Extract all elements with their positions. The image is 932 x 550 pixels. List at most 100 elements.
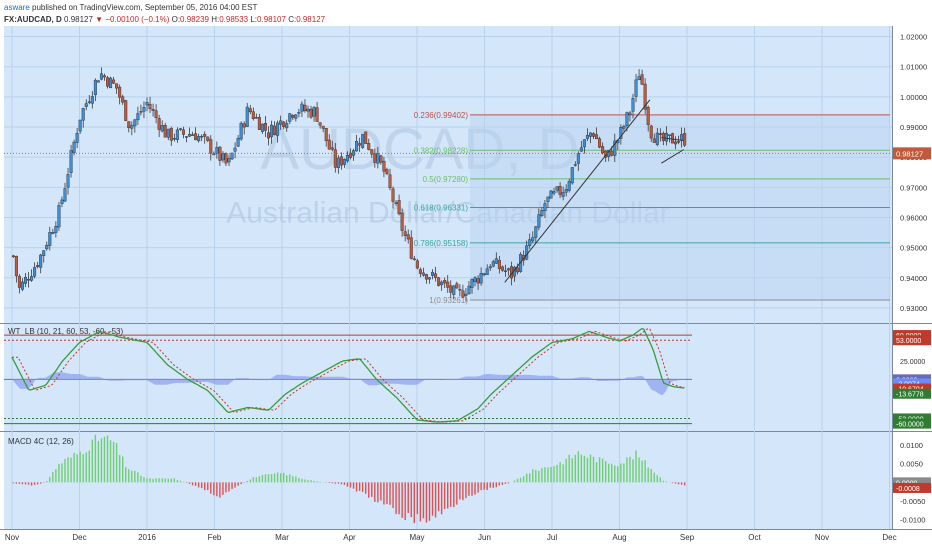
candle-body[interactable] [309,108,313,118]
candle-body[interactable] [588,132,592,137]
candle-body[interactable] [467,285,471,295]
candle-body[interactable] [209,139,213,154]
candle-body[interactable] [585,135,589,139]
candle-body[interactable] [424,274,428,280]
candle-body[interactable] [291,115,295,118]
candle-body[interactable] [36,265,40,267]
candle-body[interactable] [534,226,538,238]
candle-body[interactable] [106,77,110,87]
candle-body[interactable] [333,149,337,168]
candle-body[interactable] [409,237,413,259]
author-link[interactable]: asware [4,3,30,12]
candle-body[interactable] [233,147,237,152]
symbol-label[interactable]: FX:AUDCAD, D [4,15,62,24]
candle-body[interactable] [488,266,492,269]
candle-body[interactable] [242,123,246,128]
candle-body[interactable] [112,79,116,84]
candle-body[interactable] [358,143,362,146]
candle-body[interactable] [251,111,255,120]
candle-body[interactable] [649,125,653,139]
candle-body[interactable] [500,266,504,271]
candle-body[interactable] [394,202,398,204]
candle-body[interactable] [285,123,289,129]
candle-body[interactable] [449,285,453,293]
candle-body[interactable] [558,186,562,195]
candle-body[interactable] [342,158,346,165]
candle-body[interactable] [318,122,322,126]
candle-body[interactable] [674,141,678,145]
candle-body[interactable] [634,79,638,97]
candle-body[interactable] [525,245,529,260]
candle-body[interactable] [549,190,553,199]
candle-body[interactable] [537,214,541,228]
candle-body[interactable] [531,237,535,242]
candle-body[interactable] [218,146,222,161]
candle-body[interactable] [184,136,188,138]
candle-body[interactable] [670,133,674,144]
candle-body[interactable] [637,76,641,81]
candle-body[interactable] [45,244,49,250]
candle-body[interactable] [640,74,644,85]
candle-body[interactable] [385,169,389,174]
candle-body[interactable] [197,136,201,142]
candle-body[interactable] [355,141,359,152]
candle-body[interactable] [382,160,386,172]
candle-body[interactable] [664,133,668,142]
candle-body[interactable] [227,158,231,163]
candle-body[interactable] [345,155,349,162]
candle-body[interactable] [582,139,586,148]
candle-body[interactable] [598,138,602,148]
candle-body[interactable] [188,134,192,137]
candle-body[interactable] [145,102,149,106]
candle-body[interactable] [60,199,64,205]
candle-body[interactable] [257,117,261,130]
candle-body[interactable] [567,181,571,191]
candle-body[interactable] [230,152,234,160]
candle-body[interactable] [270,124,274,138]
candle-body[interactable] [485,268,489,275]
candle-body[interactable] [677,141,681,143]
candle-body[interactable] [491,261,495,267]
candle-body[interactable] [327,139,331,150]
candle-body[interactable] [72,141,76,153]
candle-body[interactable] [288,113,292,122]
candle-body[interactable] [427,277,431,280]
candle-body[interactable] [206,136,210,141]
candle-body[interactable] [42,250,46,256]
candle-body[interactable] [455,283,459,289]
candle-body[interactable] [267,132,271,139]
candle-body[interactable] [78,119,82,132]
candle-body[interactable] [169,128,173,141]
candle-body[interactable] [115,83,119,89]
candle-body[interactable] [415,260,419,269]
candle-body[interactable] [66,174,70,188]
candle-body[interactable] [400,212,404,231]
candle-body[interactable] [683,133,687,146]
candle-body[interactable] [279,120,283,125]
candle-body[interactable] [397,200,401,215]
candle-body[interactable] [48,232,52,246]
candle-body[interactable] [99,73,103,80]
candle-body[interactable] [63,188,67,202]
candle-body[interactable] [81,108,85,121]
candle-body[interactable] [470,279,474,288]
candle-body[interactable] [667,134,671,136]
candle-body[interactable] [11,255,15,257]
candle-body[interactable] [300,103,304,112]
candle-body[interactable] [236,138,240,147]
candle-body[interactable] [254,117,258,119]
candle-body[interactable] [364,131,368,144]
candle-body[interactable] [506,268,510,271]
candle-body[interactable] [142,107,146,112]
candle-body[interactable] [294,114,298,119]
candle-body[interactable] [330,147,334,150]
candle-body[interactable] [434,273,438,278]
candle-body[interactable] [497,260,501,269]
candle-body[interactable] [412,258,416,260]
candle-body[interactable] [622,126,626,129]
candle-body[interactable] [212,153,216,156]
candle-body[interactable] [403,231,407,236]
candle-body[interactable] [51,232,55,234]
candle-body[interactable] [133,119,137,127]
candle-body[interactable] [263,123,267,131]
